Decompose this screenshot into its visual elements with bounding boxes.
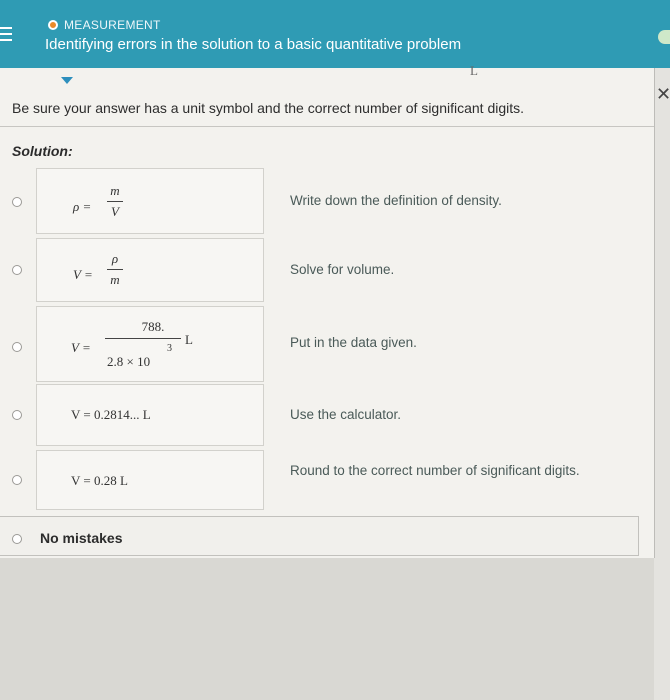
instruction-text: Be sure your answer has a unit symbol an… [12,100,525,116]
ghost-unit-text: L [470,63,478,78]
step-1-radio[interactable] [12,197,22,207]
step-5-radio[interactable] [12,475,22,485]
hamburger-menu-icon[interactable] [0,27,12,41]
step-1-lhs: ρ = [73,199,92,214]
fraction-bar [107,201,123,202]
close-strip [654,68,670,700]
solution-label: Solution: [12,143,73,159]
step-4-equation-box: V = 0.2814... L [36,384,264,446]
step-5-expression: V = 0.28 L [71,473,128,488]
step-3-unit: L [185,332,193,347]
step-2-numerator: ρ [111,251,119,266]
step-2-lhs: V = [73,267,93,282]
step-2-denominator: m [110,272,120,287]
page-title: Identifying errors in the solution to a … [45,36,462,53]
step-2-radio[interactable] [12,265,22,275]
step-1-denominator: V [111,204,119,219]
step-3-denominator: 2.8 × 10 [107,354,151,369]
step-1-numerator: m [110,183,120,198]
collapse-toggle[interactable] [55,73,79,87]
step-2-equation-box: V = ρ m [36,238,264,302]
close-x-icon[interactable]: ✕ [656,84,670,105]
step-5-equation-box: V = 0.28 L [36,450,264,510]
side-tab-handle[interactable] [658,30,670,44]
step-3-equation-box: V = 788. 2.8 × 10 3 L [36,306,264,382]
triangle-down-icon [61,76,73,84]
step-1-fraction: m V [107,184,123,219]
step-2-fraction: ρ m [107,252,123,287]
step-2-comment: Solve for volume. [290,262,395,277]
step-3-exponent: 3 [167,343,172,354]
step-3-numerator: 788. [141,319,165,334]
step-1-comment: Write down the definition of density. [290,193,502,208]
fraction-bar [107,269,123,270]
step-4-radio[interactable] [12,410,22,420]
step-1-equation-box: ρ = m V [36,168,264,234]
topic-row: MEASUREMENT [48,18,161,32]
step-4-expression: V = 0.2814... L [71,407,151,422]
no-mistakes-label: No mistakes [40,530,123,546]
step-4-comment: Use the calculator. [290,407,402,422]
step-3-radio[interactable] [12,342,22,352]
divider [0,126,654,127]
step-3-comment: Put in the data given. [290,335,417,350]
step-3-lhs: V = [71,340,91,355]
topic-status-icon [48,20,58,30]
fraction-bar [105,338,181,339]
no-mistakes-radio[interactable] [12,534,22,544]
top-header: MEASUREMENT Identifying errors in the so… [0,0,670,68]
topic-label: MEASUREMENT [64,18,161,32]
step-5-comment: Round to the correct number of significa… [290,463,580,478]
